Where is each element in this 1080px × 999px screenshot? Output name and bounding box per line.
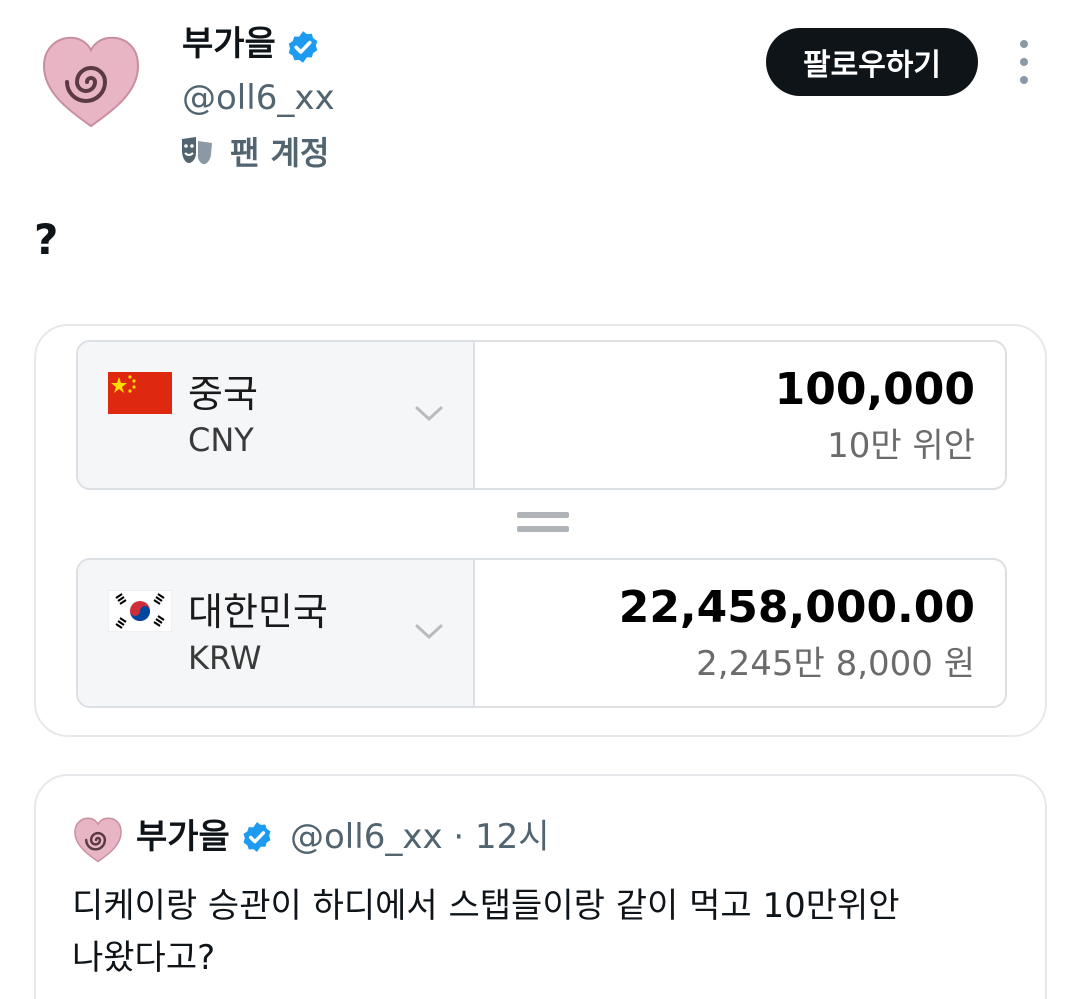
theater-mask-icon xyxy=(182,137,212,165)
quoted-meta: @oll6_xx · 12시 xyxy=(290,816,550,858)
china-flag-icon xyxy=(108,372,172,414)
from-amount[interactable]: 100,000 xyxy=(775,364,975,416)
from-currency-code: CNY xyxy=(188,421,254,459)
display-name[interactable]: 부가을 xyxy=(182,24,276,64)
to-amount-words: 2,245만 8,000 원 xyxy=(696,644,975,684)
to-currency-code: KRW xyxy=(188,639,262,677)
from-currency-row: 중국 CNY 100,000 10만 위안 xyxy=(76,340,1007,490)
from-currency-selector[interactable]: 중국 CNY xyxy=(78,342,475,488)
fan-account-label: 팬 계정 xyxy=(230,134,330,172)
verified-badge-icon xyxy=(288,31,318,63)
to-currency-row: 대한민국 KRW 22,458,000.00 2,245만 8,000 원 xyxy=(76,558,1007,708)
quoted-display-name[interactable]: 부가을 xyxy=(136,816,230,858)
quoted-tweet[interactable]: 부가을 @oll6_xx · 12시 디케이랑 승관이 하디에서 스탭들이랑 같… xyxy=(34,774,1047,999)
from-amount-words: 10만 위안 xyxy=(827,426,975,466)
tweet-text: ? xyxy=(34,215,59,264)
currency-converter-card[interactable]: 중국 CNY 100,000 10만 위안 대한민국 KRW 22,458,00… xyxy=(34,324,1047,737)
from-country: 중국 xyxy=(188,372,258,416)
account-label: 팬 계정 xyxy=(180,131,330,172)
follow-button[interactable]: 팔로우하기 xyxy=(766,28,978,96)
quoted-text-line: 디케이랑 승관이 하디에서 스탭들이랑 같이 먹고 10만위안 xyxy=(72,886,900,926)
equals-icon xyxy=(517,512,569,536)
chevron-down-icon xyxy=(415,406,443,422)
handle[interactable]: @oll6_xx xyxy=(182,78,335,118)
more-vertical-icon[interactable] xyxy=(1010,40,1038,84)
quoted-handle[interactable]: @oll6_xx xyxy=(290,817,443,857)
meta-separator: · xyxy=(453,817,465,857)
verified-badge-icon xyxy=(243,822,271,852)
to-country: 대한민국 xyxy=(188,590,328,634)
quoted-tweet-text: 디케이랑 승관이 하디에서 스탭들이랑 같이 먹고 10만위안 나왔다고? xyxy=(72,880,972,984)
avatar[interactable] xyxy=(38,30,144,130)
chevron-down-icon xyxy=(415,624,443,640)
quoted-time[interactable]: 12시 xyxy=(475,817,550,857)
quoted-avatar[interactable] xyxy=(72,814,124,864)
to-currency-selector[interactable]: 대한민국 KRW xyxy=(78,560,475,706)
korea-flag-icon xyxy=(108,590,172,632)
to-amount[interactable]: 22,458,000.00 xyxy=(619,582,975,634)
quoted-text-line: 나왔다고? xyxy=(72,938,216,978)
